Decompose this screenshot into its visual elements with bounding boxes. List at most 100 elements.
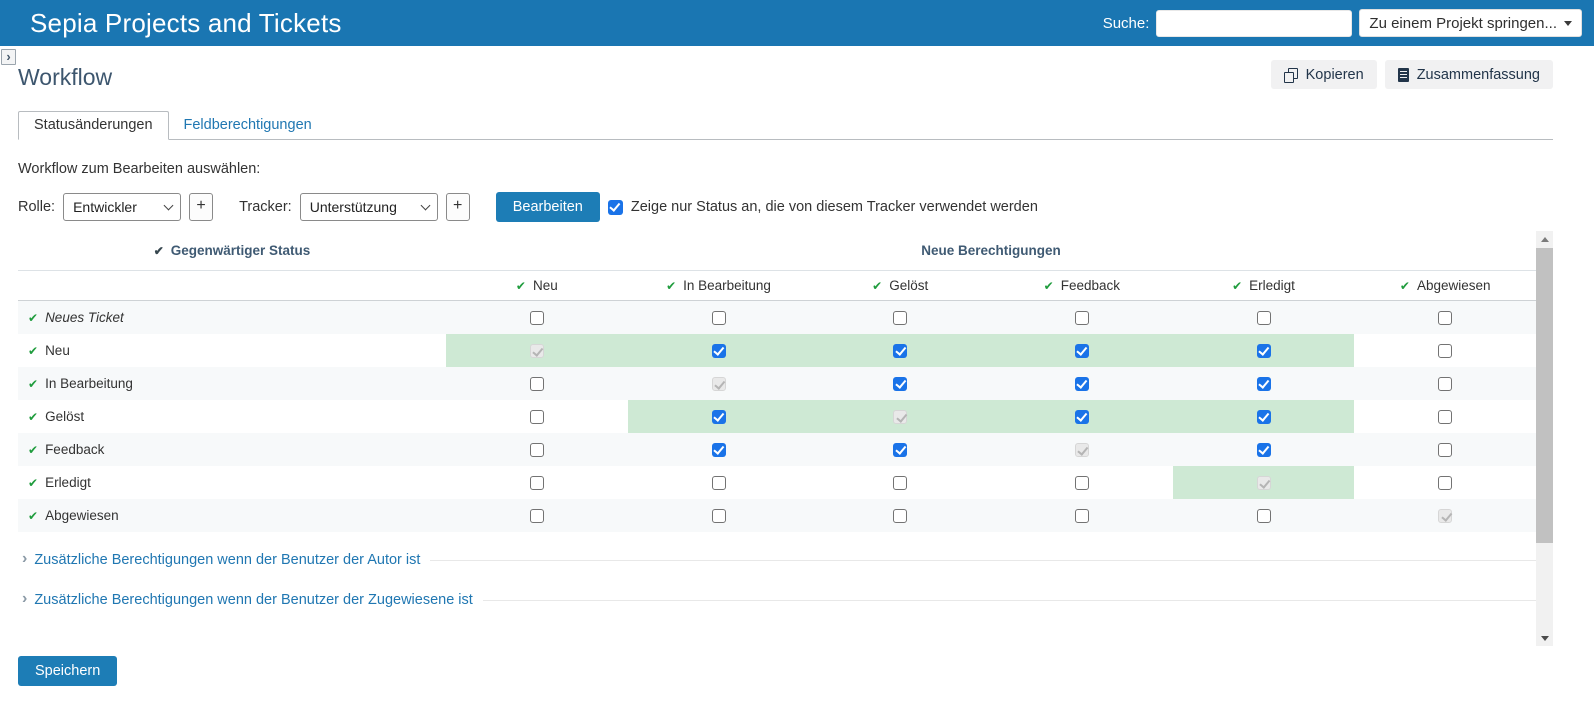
add-tracker-button[interactable]: + <box>446 193 470 221</box>
transition-checkbox[interactable] <box>712 344 726 358</box>
transition-checkbox[interactable] <box>530 476 544 490</box>
transition-checkbox[interactable] <box>1257 311 1271 325</box>
transition-checkbox[interactable] <box>1075 344 1089 358</box>
transition-checkbox[interactable] <box>1257 443 1271 457</box>
role-select[interactable]: Entwickler <box>63 193 181 221</box>
transition-cell <box>446 499 628 532</box>
edit-button[interactable]: Bearbeiten <box>496 192 600 222</box>
transition-cell <box>628 433 810 466</box>
transition-checkbox[interactable] <box>1075 509 1089 523</box>
column-header: In Bearbeitung <box>628 278 810 293</box>
chevron-down-icon <box>420 201 430 211</box>
transition-cell <box>991 334 1173 367</box>
transition-checkbox[interactable] <box>530 311 544 325</box>
tab-feldberechtigungen[interactable]: Feldberechtigungen <box>169 112 327 139</box>
summary-button[interactable]: Zusammenfassung <box>1385 60 1553 89</box>
table-row: Neu <box>18 334 1536 367</box>
transition-cell <box>1354 367 1536 400</box>
workflow-edit-form: Rolle: Entwickler + Tracker: Unterstützu… <box>18 192 1576 222</box>
page-title: Workflow <box>18 64 112 91</box>
transition-checkbox[interactable] <box>893 509 907 523</box>
permission-section-link[interactable]: Zusätzliche Berechtigungen wenn der Benu… <box>34 592 472 608</box>
app-title: Sepia Projects and Tickets <box>30 8 342 39</box>
row-status-label: Neues Ticket <box>18 301 446 334</box>
workflow-select-intro: Workflow zum Bearbeiten auswählen: <box>18 161 1576 177</box>
transition-cell <box>809 301 991 334</box>
transition-checkbox[interactable] <box>530 443 544 457</box>
transition-checkbox[interactable] <box>530 509 544 523</box>
transition-checkbox[interactable] <box>893 311 907 325</box>
row-status-label: In Bearbeitung <box>18 367 446 400</box>
sidebar-expand-toggle[interactable]: › <box>1 49 16 65</box>
scrollbar-thumb[interactable] <box>1536 248 1553 543</box>
transition-checkbox[interactable] <box>1438 476 1452 490</box>
transition-checkbox[interactable] <box>530 410 544 424</box>
transition-cell <box>628 466 810 499</box>
tracker-filter-label: Zeige nur Status an, die von diesem Trac… <box>631 199 1038 215</box>
tracker-select-value: Unterstützung <box>310 199 397 215</box>
tab-statusaenderungen[interactable]: Statusänderungen <box>18 111 169 140</box>
tracker-filter-checkbox[interactable] <box>608 200 623 215</box>
transition-cell <box>991 499 1173 532</box>
transition-cell <box>809 367 991 400</box>
scrollbar-up-arrow[interactable] <box>1536 231 1553 247</box>
transition-checkbox[interactable] <box>1257 509 1271 523</box>
row-status-label: Gelöst <box>18 400 446 433</box>
transition-checkbox[interactable] <box>712 509 726 523</box>
transition-checkbox[interactable] <box>1075 476 1089 490</box>
project-jump-select[interactable]: Zu einem Projekt springen... <box>1359 9 1582 37</box>
chevron-right-icon: › <box>6 50 10 63</box>
permission-section-author: ›Zusätzliche Berechtigungen wenn der Ben… <box>18 542 1536 578</box>
vertical-scrollbar[interactable] <box>1536 231 1553 646</box>
transition-checkbox <box>893 410 907 424</box>
search-input[interactable] <box>1156 10 1352 37</box>
transition-checkbox[interactable] <box>893 443 907 457</box>
transition-cell <box>1354 400 1536 433</box>
transition-checkbox[interactable] <box>893 377 907 391</box>
save-button[interactable]: Speichern <box>18 656 117 686</box>
transition-checkbox[interactable] <box>1075 410 1089 424</box>
transition-cell <box>446 400 628 433</box>
transition-checkbox[interactable] <box>712 476 726 490</box>
transition-cell <box>446 367 628 400</box>
transition-cell <box>628 301 810 334</box>
table-row: Feedback <box>18 433 1536 466</box>
transition-checkbox[interactable] <box>1075 377 1089 391</box>
section-divider <box>430 560 1536 561</box>
transition-cell <box>991 466 1173 499</box>
transition-checkbox[interactable] <box>1257 377 1271 391</box>
row-status-label: Feedback <box>18 433 446 466</box>
caret-down-icon <box>1564 21 1572 30</box>
transition-checkbox[interactable] <box>712 443 726 457</box>
row-status-label: Erledigt <box>18 466 446 499</box>
transition-checkbox[interactable] <box>1438 377 1452 391</box>
search-label: Suche: <box>1103 15 1150 32</box>
transition-checkbox[interactable] <box>1257 410 1271 424</box>
table-row: Neues Ticket <box>18 301 1536 334</box>
transition-checkbox[interactable] <box>530 377 544 391</box>
column-header: Gelöst <box>809 278 991 293</box>
scrollbar-down-arrow[interactable] <box>1536 630 1553 646</box>
add-role-button[interactable]: + <box>189 193 213 221</box>
table-row: In Bearbeitung <box>18 367 1536 400</box>
role-select-value: Entwickler <box>73 199 137 215</box>
transition-checkbox[interactable] <box>1438 443 1452 457</box>
transition-checkbox <box>1075 443 1089 457</box>
transition-checkbox[interactable] <box>893 476 907 490</box>
transition-checkbox[interactable] <box>1438 344 1452 358</box>
copy-button[interactable]: Kopieren <box>1271 60 1377 89</box>
transition-checkbox <box>712 377 726 391</box>
transition-cell <box>628 334 810 367</box>
transition-checkbox[interactable] <box>712 311 726 325</box>
transition-checkbox[interactable] <box>712 410 726 424</box>
row-status-label: Neu <box>18 334 446 367</box>
transition-checkbox[interactable] <box>1438 410 1452 424</box>
permission-section-link[interactable]: Zusätzliche Berechtigungen wenn der Benu… <box>34 552 420 568</box>
transition-checkbox[interactable] <box>1438 311 1452 325</box>
transition-cell <box>1354 466 1536 499</box>
transition-checkbox[interactable] <box>1075 311 1089 325</box>
tracker-select[interactable]: Unterstützung <box>300 193 438 221</box>
transition-checkbox[interactable] <box>893 344 907 358</box>
table-body: Neues TicketNeuIn BearbeitungGelöstFeedb… <box>18 301 1536 532</box>
transition-checkbox[interactable] <box>1257 344 1271 358</box>
